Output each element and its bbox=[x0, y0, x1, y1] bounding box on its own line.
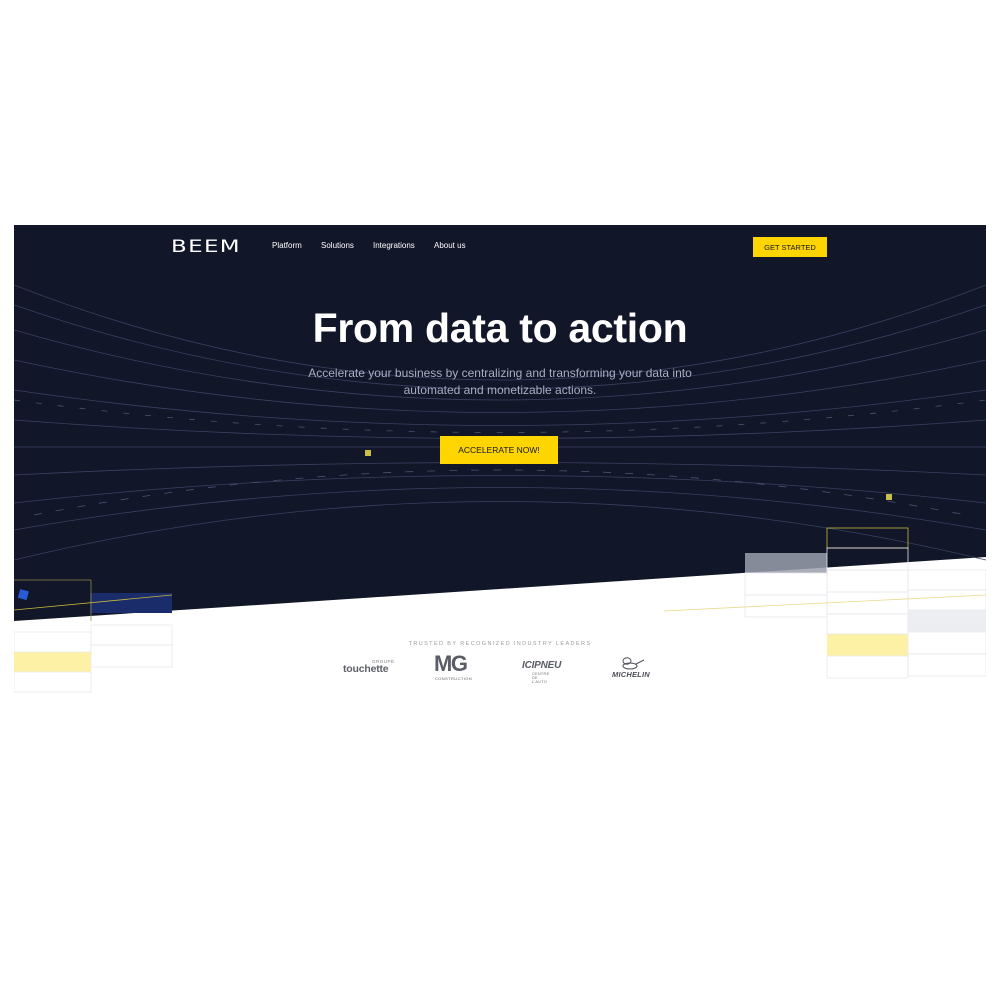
mg-logo-sub: CONSTRUCTION bbox=[435, 676, 473, 681]
accelerate-now-button[interactable]: ACCELERATE NOW! bbox=[440, 436, 558, 464]
icipneu-logo-name: ICIPNEU bbox=[522, 660, 562, 671]
hero-dark-panel bbox=[14, 225, 986, 621]
hero-subtitle: Accelerate your business by centralizing… bbox=[308, 366, 692, 397]
nav-link-platform[interactable]: Platform bbox=[272, 241, 302, 250]
get-started-button[interactable]: GET STARTED bbox=[753, 237, 827, 257]
michelin-man-icon bbox=[622, 657, 645, 670]
floating-square bbox=[365, 450, 371, 456]
icipneu-logo-sub: CENTRE DE L'AUTO bbox=[532, 672, 550, 684]
beem-logo[interactable]: BEEM bbox=[171, 237, 241, 257]
nav-link-about-us[interactable]: About us bbox=[434, 241, 466, 250]
floating-square bbox=[886, 494, 892, 500]
nav-link-integrations[interactable]: Integrations bbox=[373, 241, 415, 250]
touchette-logo-name: touchette bbox=[343, 663, 389, 675]
michelin-logo-name: MICHELIN bbox=[612, 670, 650, 679]
top-navigation: BEEM Platform Solutions Integrations Abo… bbox=[14, 225, 986, 269]
trusted-by-heading: TRUSTED BY RECOGNIZED INDUSTRY LEADERS bbox=[408, 641, 592, 647]
website-viewport: BEEM Platform Solutions Integrations Abo… bbox=[14, 225, 986, 703]
mg-logo-name: MG bbox=[434, 651, 468, 676]
hero-background bbox=[14, 225, 986, 693]
hero-headline: From data to action bbox=[312, 305, 688, 351]
nav-link-solutions[interactable]: Solutions bbox=[321, 241, 354, 250]
